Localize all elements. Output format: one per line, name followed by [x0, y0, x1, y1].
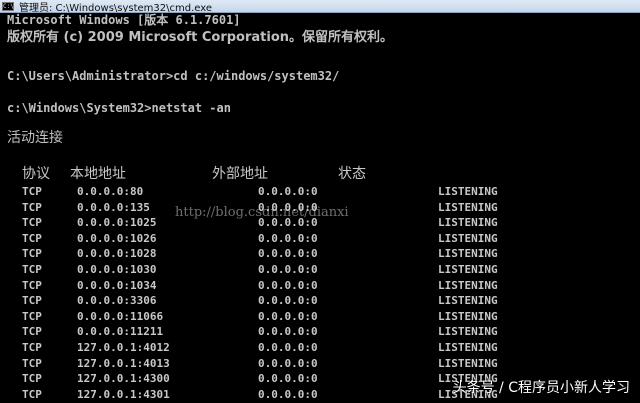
- cell-state: LISTENING: [438, 325, 498, 339]
- table-row: TCP 127.0.0.1:4013 0.0.0.0:0 LISTENING: [0, 356, 640, 371]
- cell-local-address: 0.0.0.0:11211: [77, 325, 164, 339]
- cell-state: LISTENING: [438, 309, 498, 323]
- cell-foreign-address: 0.0.0.0:0: [258, 278, 318, 292]
- console-line-version: Microsoft Windows [版本 6.1.7601]: [7, 13, 241, 27]
- window-title: 管理员: C:\Windows\system32\cmd.exe: [19, 2, 213, 13]
- cell-local-address: 127.0.0.1:4013: [77, 356, 170, 370]
- cell-state: LISTENING: [438, 341, 498, 354]
- table-row: TCP 0.0.0.0:80 0.0.0.0:0 LISTENING: [0, 184, 640, 199]
- cell-foreign-address: 0.0.0.0:0: [258, 325, 318, 339]
- cell-local-address: 0.0.0.0:1026: [77, 231, 157, 245]
- table-row: TCP 0.0.0.0:1030 0.0.0.0:0 LISTENING: [0, 262, 640, 277]
- cmd-icon: C:\: [2, 1, 14, 11]
- cell-foreign-address: 0.0.0.0:0: [258, 294, 318, 308]
- cell-protocol: TCP: [22, 185, 42, 198]
- cell-protocol: TCP: [22, 325, 42, 339]
- cell-protocol: TCP: [22, 200, 42, 214]
- cell-state: LISTENING: [438, 200, 498, 214]
- cell-protocol: TCP: [22, 341, 42, 354]
- cell-foreign-address: 0.0.0.0:0: [258, 309, 318, 323]
- cell-foreign-address: 0.0.0.0:0: [258, 356, 318, 370]
- cell-local-address: 0.0.0.0:1025: [77, 216, 157, 230]
- table-row: TCP 0.0.0.0:1034 0.0.0.0:0 LISTENING: [0, 278, 640, 293]
- table-row: TCP 0.0.0.0:11211 0.0.0.0:0 LISTENING: [0, 324, 640, 339]
- cell-state: LISTENING: [438, 263, 498, 276]
- header-local-address: 本地地址: [70, 166, 126, 182]
- cell-foreign-address: 0.0.0.0:0: [258, 341, 318, 354]
- cell-local-address: 0.0.0.0:135: [77, 200, 150, 214]
- table-row: TCP 127.0.0.1:4012 0.0.0.0:0 LISTENING: [0, 340, 640, 355]
- header-foreign-address: 外部地址: [212, 166, 268, 182]
- cell-protocol: TCP: [22, 356, 42, 370]
- cell-local-address: 0.0.0.0:11066: [77, 309, 164, 323]
- cell-state: LISTENING: [438, 294, 498, 308]
- cell-local-address: 0.0.0.0:1030: [77, 263, 157, 276]
- console-line-copyright: 版权所有 (c) 2009 Microsoft Corporation。保留所有…: [7, 30, 394, 45]
- console-line-cd-command: C:\Users\Administrator>cd c:/windows/sys…: [7, 69, 340, 83]
- cell-foreign-address: 0.0.0.0:0: [258, 263, 318, 276]
- cell-local-address: 0.0.0.0:1034: [77, 278, 157, 292]
- window-titlebar[interactable]: C:\ 管理员: C:\Windows\system32\cmd.exe: [0, 0, 640, 13]
- cell-protocol: TCP: [22, 247, 42, 261]
- cell-local-address: 0.0.0.0:3306: [77, 294, 157, 308]
- cell-state: LISTENING: [438, 185, 498, 198]
- cell-foreign-address: 0.0.0.0:0: [258, 372, 318, 386]
- cell-protocol: TCP: [22, 216, 42, 230]
- cell-state: LISTENING: [438, 247, 498, 261]
- cell-protocol: TCP: [22, 387, 42, 401]
- table-row: TCP 0.0.0.0:1026 0.0.0.0:0 LISTENING: [0, 231, 640, 246]
- cell-protocol: TCP: [22, 263, 42, 276]
- cell-protocol: TCP: [22, 309, 42, 323]
- table-row: TCP 0.0.0.0:1028 0.0.0.0:0 LISTENING: [0, 246, 640, 261]
- watermark: http://blog.csdn.net/dianxi: [175, 205, 349, 220]
- cell-local-address: 127.0.0.1:4012: [77, 341, 170, 354]
- cell-protocol: TCP: [22, 372, 42, 386]
- cell-state: LISTENING: [438, 216, 498, 230]
- header-protocol: 协议: [22, 166, 50, 182]
- cell-local-address: 0.0.0.0:80: [77, 185, 144, 198]
- console-line-active-connections: 活动连接: [7, 130, 63, 146]
- table-row: TCP 0.0.0.0:3306 0.0.0.0:0 LISTENING: [0, 293, 640, 308]
- cell-foreign-address: 0.0.0.0:0: [258, 231, 318, 245]
- cell-local-address: 0.0.0.0:1028: [77, 247, 157, 261]
- console-output[interactable]: Microsoft Windows [版本 6.1.7601] 版权所有 (c)…: [0, 13, 640, 403]
- table-row: TCP 0.0.0.0:11066 0.0.0.0:0 LISTENING: [0, 309, 640, 324]
- cell-local-address: 127.0.0.1:4300: [77, 372, 170, 386]
- cell-state: LISTENING: [438, 231, 498, 245]
- cell-foreign-address: 0.0.0.0:0: [258, 185, 318, 198]
- header-state: 状态: [338, 166, 366, 182]
- cell-local-address: 127.0.0.1:4301: [77, 387, 170, 401]
- cell-protocol: TCP: [22, 294, 42, 308]
- cell-state: LISTENING: [438, 356, 498, 370]
- cell-foreign-address: 0.0.0.0:0: [258, 247, 318, 261]
- overlay-caption: 头条号 / C程序员小新人学习: [452, 380, 630, 396]
- cell-state: LISTENING: [438, 278, 498, 292]
- cell-foreign-address: 0.0.0.0:0: [258, 387, 318, 401]
- console-line-netstat-command: c:\Windows\System32>netstat -an: [7, 101, 231, 115]
- cell-protocol: TCP: [22, 231, 42, 245]
- cell-protocol: TCP: [22, 278, 42, 292]
